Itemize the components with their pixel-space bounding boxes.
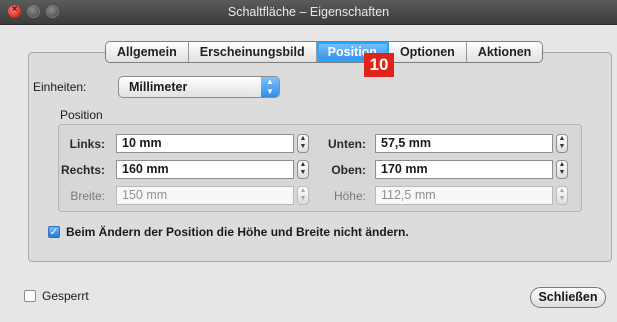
units-select[interactable]: Millimeter ▲ ▼	[118, 76, 280, 98]
top-field[interactable]: 170 mm	[375, 160, 553, 179]
units-value: Millimeter	[129, 80, 188, 94]
tab-optionen[interactable]: Optionen	[389, 42, 467, 62]
title-bar: × Schaltfläche – Eigenschaften	[0, 0, 617, 25]
width-label: Breite:	[70, 189, 105, 203]
annotation-badge: 10	[364, 53, 394, 77]
position-group-label: Position	[60, 108, 103, 122]
window-title: Schaltfläche – Eigenschaften	[227, 5, 390, 19]
keep-size-checkbox[interactable]: ✓	[48, 226, 60, 238]
width-field: 150 mm	[116, 186, 294, 205]
tab-erscheinungsbild[interactable]: Erscheinungsbild	[189, 42, 317, 62]
select-arrows-icon: ▲ ▼	[261, 77, 279, 97]
units-label: Einheiten:	[33, 80, 87, 94]
bottom-label: Unten:	[328, 137, 366, 151]
right-field[interactable]: 160 mm	[116, 160, 294, 179]
locked-checkbox[interactable]	[24, 290, 36, 302]
right-label: Rechts:	[60, 163, 105, 177]
height-field: 112,5 mm	[375, 186, 553, 205]
locked-label: Gesperrt	[42, 289, 89, 303]
close-button[interactable]: Schließen	[530, 287, 606, 308]
keep-size-label: Beim Ändern der Position die Höhe und Br…	[66, 225, 409, 239]
tab-allgemein[interactable]: Allgemein	[106, 42, 189, 62]
height-label: Höhe:	[333, 189, 366, 203]
left-field[interactable]: 10 mm	[116, 134, 294, 153]
left-label: Links:	[69, 137, 105, 151]
height-stepper: ▲ ▼	[556, 186, 568, 205]
tab-bar: Allgemein Erscheinungsbild Position Opti…	[105, 41, 544, 63]
properties-dialog: × Schaltfläche – Eigenschaften Allgemein…	[0, 0, 617, 322]
top-stepper[interactable]: ▲ ▼	[556, 160, 568, 179]
bottom-stepper[interactable]: ▲ ▼	[556, 134, 568, 153]
bottom-field[interactable]: 57,5 mm	[375, 134, 553, 153]
tab-aktionen[interactable]: Aktionen	[467, 42, 542, 62]
top-label: Oben:	[331, 163, 366, 177]
